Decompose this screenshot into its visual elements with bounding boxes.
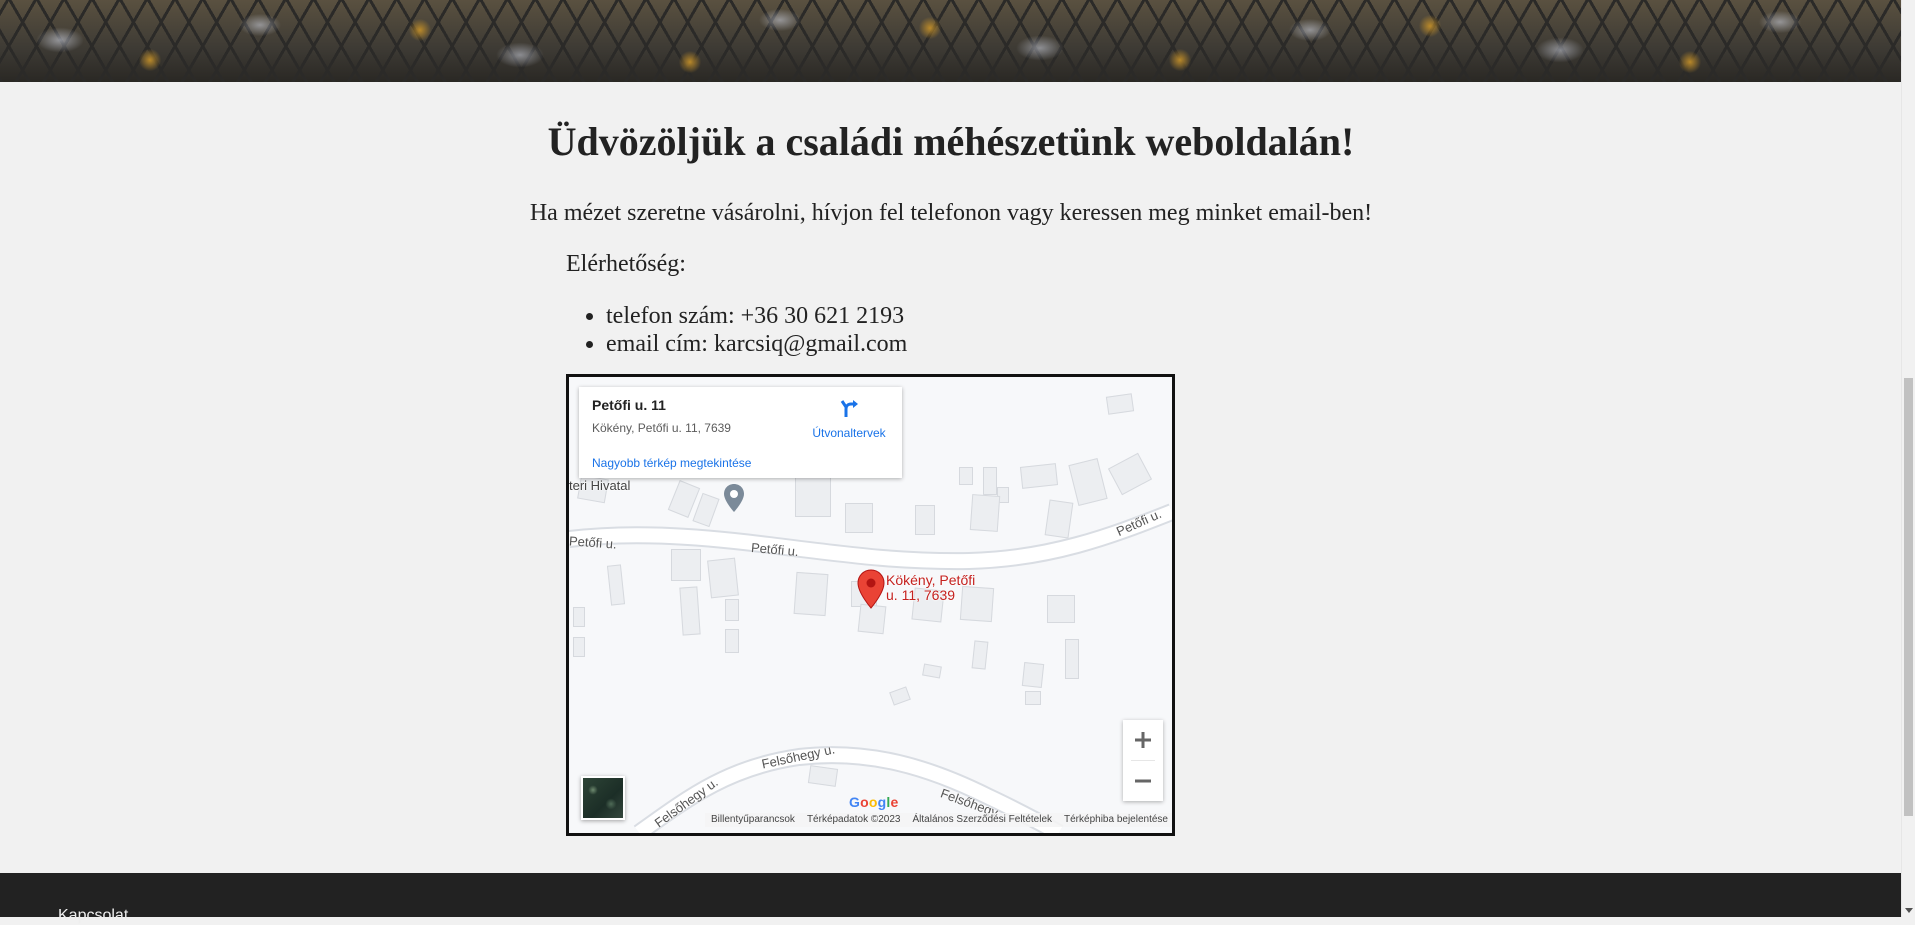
- contact-phone: telefon szám: +36 30 621 2193: [606, 302, 907, 330]
- zoom-controls: [1123, 720, 1163, 801]
- map-building: [983, 467, 997, 495]
- map-building: [915, 505, 935, 535]
- plus-icon: [1135, 732, 1151, 748]
- map-building: [1105, 393, 1135, 415]
- map-building: [845, 503, 873, 533]
- map-building: [573, 607, 585, 627]
- map-building: [573, 637, 585, 657]
- place-title: Petőfi u. 11: [592, 397, 666, 413]
- directions-button[interactable]: Útvonaltervek: [809, 397, 889, 440]
- google-logo: Google: [849, 794, 899, 810]
- scrollbar-thumb[interactable]: [1904, 378, 1913, 816]
- report-error-link[interactable]: Térképhiba bejelentése: [1058, 813, 1172, 827]
- map-building: [671, 549, 701, 581]
- map-building: [959, 467, 973, 485]
- intro-text: Ha mézet szeretne vásárolni, hívjon fel …: [529, 200, 1373, 226]
- site-footer: Kapcsolat: [0, 873, 1902, 924]
- minus-icon: [1135, 779, 1151, 783]
- page-scrollbar[interactable]: [1901, 0, 1915, 917]
- map-building: [1025, 691, 1041, 705]
- directions-icon: [840, 400, 858, 417]
- place-info-card: Petőfi u. 11 Kökény, Petőfi u. 11, 7639 …: [579, 387, 902, 478]
- contact-list: telefon szám: +36 30 621 2193 email cím:…: [566, 302, 907, 358]
- larger-map-link[interactable]: Nagyobb térkép megtekintése: [592, 456, 751, 470]
- map-building: [1044, 499, 1074, 539]
- map-building: [1021, 662, 1045, 688]
- map-building: [679, 586, 701, 636]
- map-building: [1047, 595, 1075, 623]
- poi-marker-icon[interactable]: [723, 483, 745, 513]
- map-building: [969, 494, 1001, 532]
- map-building: [725, 599, 739, 621]
- map-building: [807, 765, 839, 787]
- scroll-down-arrow-icon[interactable]: [1905, 908, 1913, 913]
- embedded-map[interactable]: Petőfi u. Petőfi u. Petőfi u. Felsőhegy …: [566, 374, 1175, 836]
- map-building: [971, 640, 989, 670]
- map-building: [707, 557, 739, 599]
- map-building: [793, 571, 829, 617]
- hero-banner-image: [0, 0, 1902, 82]
- satellite-layer-button[interactable]: [581, 776, 625, 820]
- page-title: Üdvözöljük a családi méhészetünk webolda…: [547, 119, 1355, 164]
- place-address: Kökény, Petőfi u. 11, 7639: [592, 421, 731, 435]
- map-building: [1019, 463, 1059, 489]
- map-data-link[interactable]: Térképadatok ©2023: [801, 813, 907, 827]
- terms-link[interactable]: Általános Szerződési Feltételek: [906, 813, 1058, 827]
- footer-label: Kapcsolat: [58, 907, 129, 924]
- pin-label: Kökény, Petőfi u. 11, 7639: [886, 572, 976, 603]
- keyboard-shortcuts-link[interactable]: Billentyűparancsok: [705, 813, 801, 827]
- location-pin-icon[interactable]: [857, 569, 885, 609]
- map-building: [725, 629, 739, 653]
- contact-email: email cím: karcsiq@gmail.com: [606, 330, 907, 358]
- poi-label: teri Hivatal: [569, 478, 631, 493]
- map-footer-links: Billentyűparancsok Térképadatok ©2023 Ál…: [705, 813, 1172, 827]
- zoom-in-button[interactable]: [1123, 720, 1163, 760]
- map-building: [795, 477, 831, 517]
- zoom-out-button[interactable]: [1123, 761, 1163, 801]
- road-label: Petőfi u.: [568, 533, 618, 552]
- map-building: [1065, 639, 1079, 679]
- directions-label: Útvonaltervek: [812, 426, 886, 440]
- contact-heading: Elérhetőség:: [566, 251, 686, 277]
